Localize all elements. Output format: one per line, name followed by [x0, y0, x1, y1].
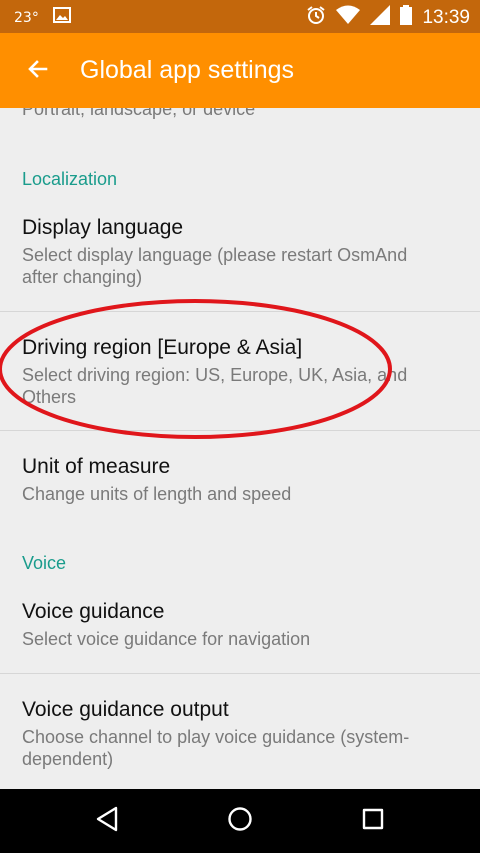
pref-display-language[interactable]: Display language Select display language… [0, 206, 480, 311]
pref-title: Driving region [Europe & Asia] [22, 336, 303, 359]
wifi-icon [336, 5, 361, 30]
temperature: 23° [14, 9, 39, 26]
page-title: Global app settings [80, 56, 295, 84]
status-bar: 23° 13:39 [0, 0, 480, 33]
pref-summary: Select voice guidance for navigation [22, 629, 311, 649]
previous-pref-summary: Portrait, landscape, or device [22, 108, 256, 119]
pref-summary: Choose channel to play voice guidance (s… [22, 727, 410, 769]
back-button[interactable] [18, 51, 58, 91]
signal-icon [370, 5, 391, 30]
pref-unit-of-measure[interactable]: Unit of measure Change units of length a… [0, 431, 480, 535]
image-icon [52, 7, 71, 28]
category-voice: Voice [22, 553, 67, 573]
settings-list[interactable]: Portrait, landscape, or device Localizat… [0, 108, 480, 789]
category-localization: Localization [22, 169, 118, 189]
nav-home-button[interactable] [224, 805, 256, 837]
back-triangle-icon [95, 806, 119, 837]
pref-driving-region[interactable]: Driving region [Europe & Asia] Select dr… [0, 312, 480, 430]
pref-voice-guidance[interactable]: Voice guidance Select voice guidance for… [0, 586, 480, 673]
pref-summary: Change units of length and speed [22, 484, 292, 504]
alarm-icon [306, 5, 326, 30]
system-nav-bar [0, 789, 480, 853]
home-circle-icon [227, 806, 253, 837]
pref-title: Display language [22, 216, 184, 239]
nav-recents-button[interactable] [357, 805, 389, 837]
recents-square-icon [361, 807, 385, 836]
app-toolbar: Global app settings [0, 33, 480, 108]
pref-summary: Select driving region: US, Europe, UK, A… [22, 365, 408, 407]
arrow-back-icon [26, 57, 50, 86]
pref-voice-guidance-output[interactable]: Voice guidance output Choose channel to … [0, 674, 480, 789]
clock: 13:39 [422, 6, 470, 28]
pref-summary: Select display language (please restart … [22, 245, 408, 287]
pref-title: Voice guidance [22, 600, 165, 623]
battery-icon [400, 5, 413, 30]
nav-back-button[interactable] [91, 805, 123, 837]
pref-title: Unit of measure [22, 455, 171, 478]
pref-title: Voice guidance output [22, 698, 229, 721]
